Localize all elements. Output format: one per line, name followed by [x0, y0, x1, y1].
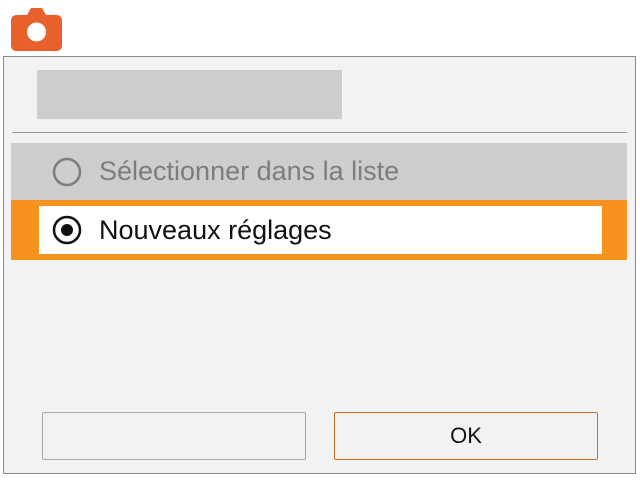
secondary-button[interactable]	[42, 412, 306, 460]
screen: Sélectionner dans la liste Nouveaux régl…	[0, 0, 640, 480]
option-label: Sélectionner dans la liste	[99, 156, 400, 186]
radio-selected-icon	[52, 215, 82, 245]
dialog-buttons: OK	[42, 412, 598, 460]
option-new-settings[interactable]: Nouveaux réglages	[11, 200, 627, 260]
option-new-settings-body: Nouveaux réglages	[39, 206, 602, 254]
option-label: Nouveaux réglages	[99, 214, 332, 245]
ok-button[interactable]: OK	[334, 412, 598, 460]
settings-dialog: Sélectionner dans la liste Nouveaux régl…	[3, 56, 636, 474]
divider	[12, 132, 627, 133]
camera-icon	[11, 8, 62, 51]
dialog-title	[37, 70, 342, 119]
option-select-from-list[interactable]: Sélectionner dans la liste	[11, 143, 627, 200]
radio-unselected-icon	[52, 157, 82, 186]
